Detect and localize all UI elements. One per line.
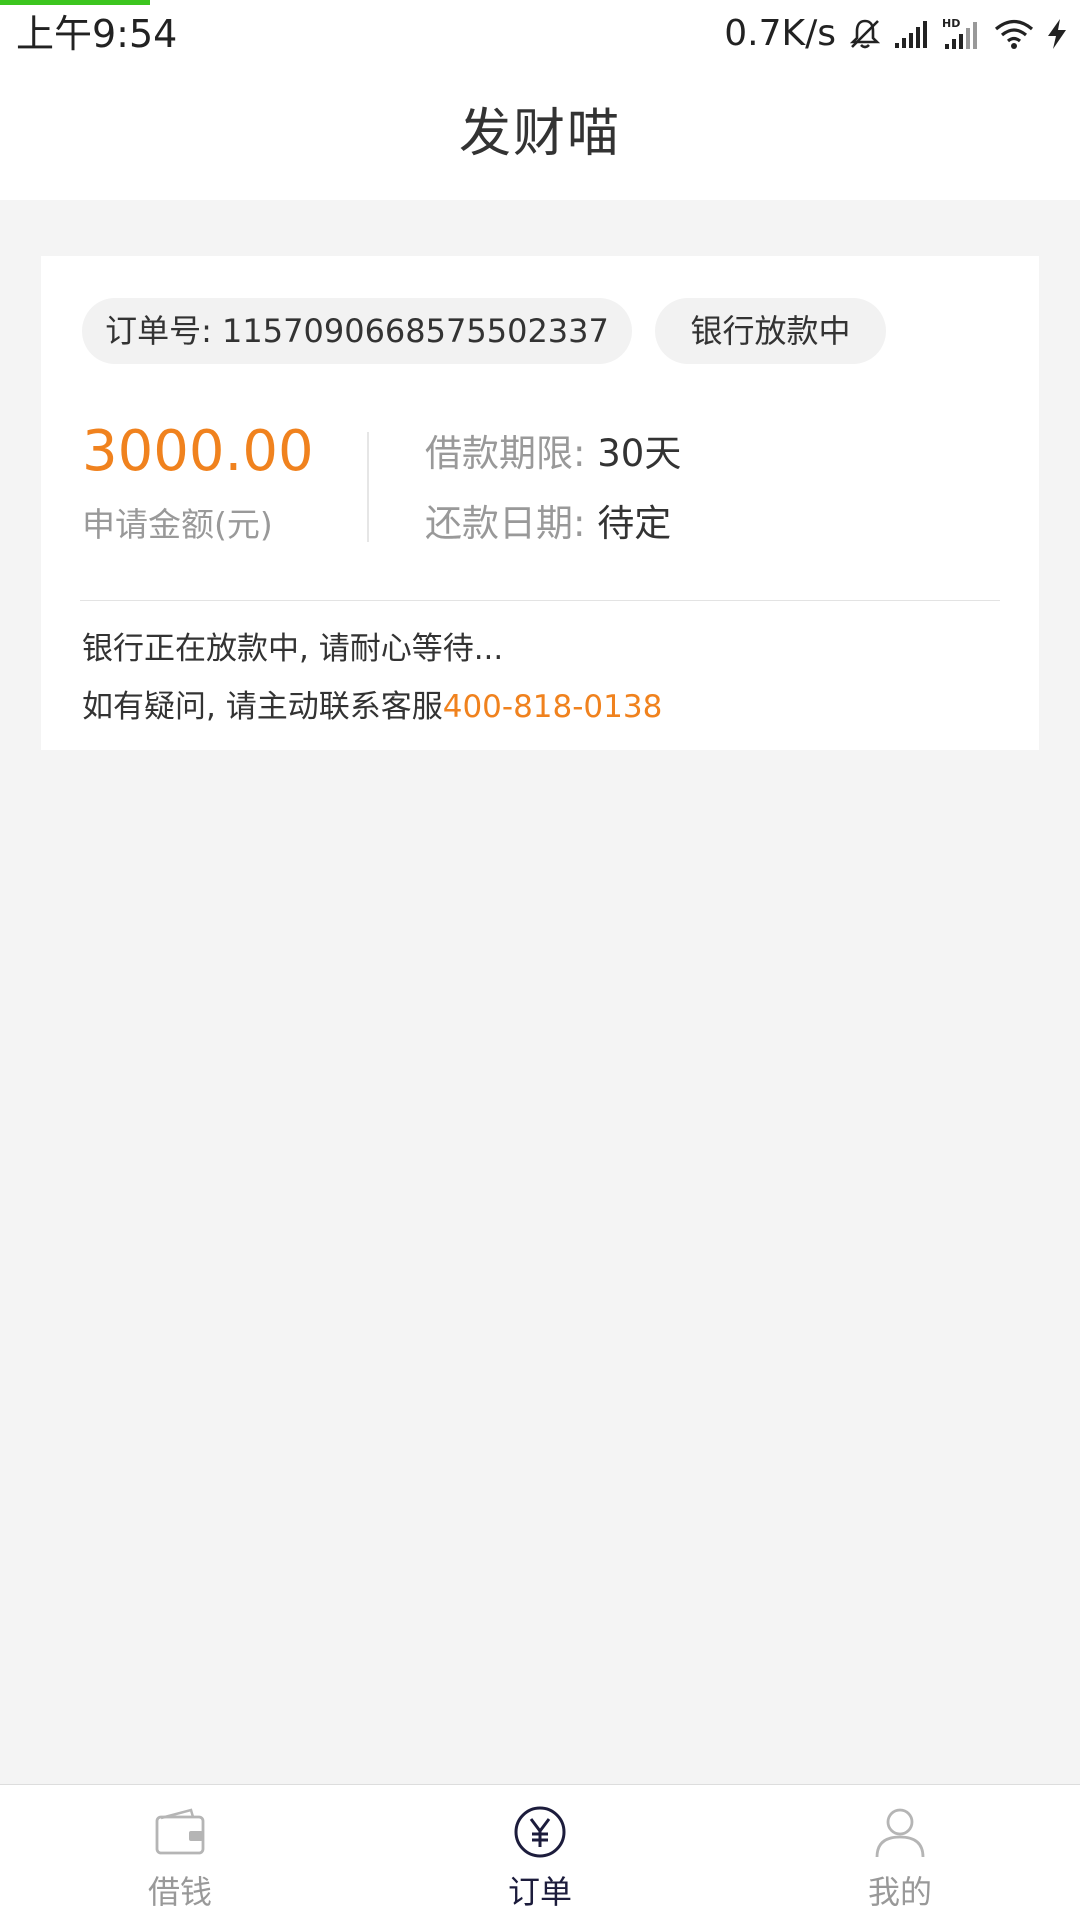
tab-orders[interactable]: 订单	[360, 1785, 720, 1921]
mute-bell-icon	[849, 19, 881, 49]
contact-text: 如有疑问, 请主动联系客服400-818-0138	[82, 684, 662, 730]
status-time: 上午9:54	[16, 12, 178, 56]
network-speed: 0.7K/s	[724, 13, 836, 54]
status-badge: 银行放款中	[655, 298, 886, 364]
loan-term-label: 借款期限:	[425, 432, 598, 475]
status-bar: 上午9:54 0.7K/s HD	[0, 0, 1080, 68]
contact-prefix: 如有疑问, 请主动联系客服	[82, 689, 443, 725]
loan-amount-label: 申请金额(元)	[82, 505, 273, 544]
order-number-badge: 订单号: 1157090668575502337	[82, 298, 632, 364]
loading-progress-bar	[0, 0, 150, 5]
repay-date-label: 还款日期:	[425, 502, 598, 545]
tab-borrow-label: 借钱	[147, 1873, 212, 1911]
wallet-icon	[155, 1808, 205, 1855]
tab-orders-label: 订单	[507, 1873, 572, 1911]
status-icons: 0.7K/s HD	[724, 8, 1068, 60]
wifi-icon	[994, 19, 1034, 49]
charging-icon	[1048, 19, 1066, 49]
order-card[interactable]: 订单号: 1157090668575502337 银行放款中 3000.00 申…	[41, 256, 1039, 750]
customer-service-phone-link[interactable]: 400-818-0138	[443, 689, 663, 725]
tab-profile-label: 我的	[867, 1873, 932, 1911]
tab-borrow[interactable]: 借钱	[0, 1785, 360, 1921]
bottom-tab-bar: 借钱 订单 我的	[0, 1784, 1080, 1921]
tab-profile[interactable]: 我的	[720, 1785, 1080, 1921]
hd-signal-icon: HD	[942, 17, 977, 49]
vertical-divider	[367, 432, 369, 542]
svg-text:HD: HD	[942, 17, 960, 30]
yuan-circle-icon	[514, 1806, 566, 1858]
app-header: 发财喵	[0, 68, 1080, 200]
page-title: 发财喵	[458, 104, 621, 164]
card-divider	[80, 600, 1000, 601]
repay-date-row: 还款日期: 待定	[425, 498, 671, 550]
loan-amount: 3000.00	[82, 419, 314, 484]
repay-date-value: 待定	[597, 502, 672, 545]
notice-text: 银行正在放款中, 请耐心等待...	[82, 631, 504, 667]
user-icon	[875, 1808, 925, 1858]
loan-term-row: 借款期限: 30天	[425, 428, 681, 480]
loan-term-value: 30天	[597, 432, 682, 475]
signal-icon	[895, 21, 927, 48]
